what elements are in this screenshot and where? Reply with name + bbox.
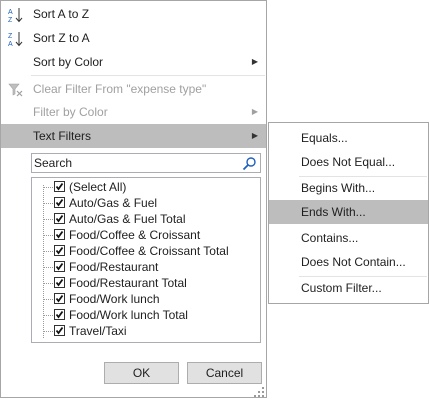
checkbox[interactable]	[54, 213, 65, 224]
sort-by-color-label: Sort by Color	[33, 55, 104, 69]
begins-with-item[interactable]: Begins With...	[269, 176, 428, 200]
submenu-arrow-icon: ▶	[251, 107, 258, 116]
contains-label: Contains...	[301, 231, 359, 245]
svg-text:Z: Z	[8, 17, 13, 23]
checkbox-check-icon	[55, 182, 64, 191]
checkbox[interactable]	[54, 309, 65, 320]
text-filters-submenu: Equals... Does Not Equal... Begins With.…	[268, 122, 429, 304]
does-not-equal-item[interactable]: Does Not Equal...	[269, 150, 428, 174]
equals-item[interactable]: Equals...	[269, 126, 428, 150]
checkbox-check-icon	[55, 326, 64, 335]
does-not-contain-item[interactable]: Does Not Contain...	[269, 250, 428, 274]
filter-values-list: (Select All) Auto/Gas & Fuel Auto/Gas & Fu…	[31, 177, 261, 343]
resize-grip-icon[interactable]	[253, 386, 265, 398]
tree-connector	[43, 299, 53, 301]
ok-button[interactable]: OK	[104, 362, 179, 384]
list-item-label: Food/Work lunch	[69, 292, 160, 306]
checkbox[interactable]	[54, 293, 65, 304]
sort-a-to-z-label: Sort A to Z	[33, 7, 90, 21]
begins-with-label: Begins With...	[301, 181, 376, 195]
checkbox[interactable]	[54, 245, 65, 256]
ends-with-item[interactable]: Ends With...	[269, 200, 428, 224]
checkbox-check-icon	[55, 230, 64, 239]
checkbox-check-icon	[55, 310, 64, 319]
tree-connector	[43, 251, 53, 253]
filter-dropdown-menu: A Z Sort A to Z Z A Sort Z to A Sort by …	[0, 0, 267, 398]
checkbox-check-icon	[55, 262, 64, 271]
sort-za-icon: Z A	[8, 31, 24, 48]
list-item-label: Food/Restaurant	[69, 260, 159, 274]
svg-text:A: A	[8, 9, 13, 16]
clear-filter-item[interactable]: Clear Filter From "expense type"	[1, 77, 266, 101]
sort-by-color-item[interactable]: Sort by Color ▶	[1, 50, 266, 74]
list-item-label: Travel/Taxi	[69, 324, 127, 338]
sort-z-to-a-label: Sort Z to A	[33, 31, 90, 45]
tree-connector	[43, 235, 53, 237]
tree-connector	[43, 187, 53, 189]
ends-with-label: Ends With...	[301, 205, 366, 219]
tree-connector	[43, 315, 53, 317]
cancel-button[interactable]: Cancel	[187, 362, 262, 384]
svg-text:Z: Z	[8, 33, 13, 40]
list-item-label: Auto/Gas & Fuel Total	[69, 212, 186, 226]
checkbox[interactable]	[54, 197, 65, 208]
svg-text:A: A	[8, 41, 13, 47]
search-box[interactable]	[31, 153, 261, 173]
checkbox-check-icon	[55, 198, 64, 207]
checkbox-check-icon	[55, 294, 64, 303]
checkbox[interactable]	[54, 261, 65, 272]
list-item-label: (Select All)	[69, 180, 127, 194]
menu-separator	[31, 75, 265, 76]
search-icon[interactable]	[242, 156, 257, 171]
sort-az-icon: A Z	[8, 7, 24, 24]
does-not-equal-label: Does Not Equal...	[301, 155, 396, 169]
text-filters-label: Text Filters	[33, 129, 92, 143]
checkbox[interactable]	[54, 181, 65, 192]
sort-a-to-z-item[interactable]: A Z Sort A to Z	[1, 2, 266, 26]
clear-filter-icon	[8, 82, 24, 98]
checkbox-check-icon	[55, 214, 64, 223]
contains-item[interactable]: Contains...	[269, 226, 428, 250]
clear-filter-label: Clear Filter From "expense type"	[33, 82, 207, 96]
checkbox-check-icon	[55, 246, 64, 255]
filter-by-color-label: Filter by Color	[33, 105, 108, 119]
checkbox[interactable]	[54, 229, 65, 240]
checkbox-check-icon	[55, 278, 64, 287]
filter-by-color-item[interactable]: Filter by Color ▶	[1, 100, 266, 124]
list-item-label: Food/Work lunch Total	[69, 308, 188, 322]
search-input[interactable]	[34, 155, 234, 171]
tree-connector	[43, 203, 53, 205]
custom-filter-item[interactable]: Custom Filter...	[269, 276, 428, 300]
tree-connector	[43, 267, 53, 269]
list-item-label: Food/Restaurant Total	[69, 276, 187, 290]
does-not-contain-label: Does Not Contain...	[301, 255, 406, 269]
submenu-arrow-icon: ▶	[251, 57, 258, 66]
custom-filter-label: Custom Filter...	[301, 281, 382, 295]
tree-connector	[43, 283, 53, 285]
list-item-label: Food/Coffee & Croissant	[69, 228, 201, 242]
list-item-label: Food/Coffee & Croissant Total	[69, 244, 229, 258]
list-item-label: Auto/Gas & Fuel	[69, 196, 158, 210]
tree-connector	[43, 331, 53, 333]
text-filters-item[interactable]: Text Filters ▶	[1, 124, 266, 148]
equals-label: Equals...	[301, 131, 348, 145]
checkbox[interactable]	[54, 325, 65, 336]
tree-connector	[43, 219, 53, 221]
submenu-arrow-icon: ▶	[251, 131, 258, 140]
checkbox[interactable]	[54, 277, 65, 288]
sort-z-to-a-item[interactable]: Z A Sort Z to A	[1, 26, 266, 50]
